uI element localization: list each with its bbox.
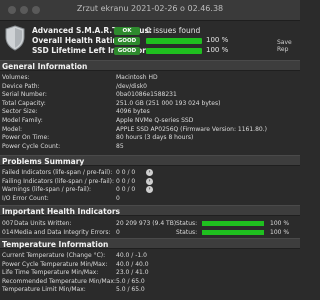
indicator-raw-value: 20 209 973 (9.4 TB): [116, 220, 177, 227]
indicator-status-label: Status:: [176, 229, 198, 236]
health-indicators-header: Important Health Indicators: [0, 205, 300, 216]
ssd-lifetime-badge: GOOD: [114, 47, 140, 55]
general-information-header: General Information: [0, 60, 300, 71]
problem-row-value: 0: [116, 194, 120, 202]
details-arrow-icon[interactable]: ›: [146, 186, 153, 194]
general-row-value: APPLE SSD AP0256Q (Firmware Version: 116…: [116, 125, 267, 133]
save-report-button[interactable]: Save Rep: [277, 39, 300, 53]
indicator-id: 007: [2, 220, 14, 227]
health-indicator-row: 007 Data Units Written: 20 209 973 (9.4 TB…: [0, 219, 300, 228]
temperature-row-value: 5.0 / 65.0: [116, 286, 145, 294]
smart-status-badge: OK: [114, 27, 140, 35]
indicator-status-bar: [202, 221, 264, 226]
status-summary: Advanced S.M.A.R.T. Status: OK 0 issues …: [0, 22, 300, 58]
general-row-label: Serial Number:: [2, 91, 47, 99]
details-arrow-icon[interactable]: ›: [146, 169, 153, 176]
smart-status-text: 0 issues found: [146, 26, 201, 35]
problems-summary-header: Problems Summary: [0, 155, 300, 166]
ssd-lifetime-percent: 100 %: [206, 46, 229, 54]
indicator-raw-value: 0: [116, 229, 120, 236]
temperature-row: Power Cycle Temperature Min/Max: 40.0 / 4…: [0, 261, 300, 269]
window-titlebar: Zrzut ekranu 2021-02-26 o 02.46.38: [0, 0, 300, 21]
temperature-row-value: 40.0 / 40.0: [116, 260, 149, 268]
problem-row-value: 0 0 / 0: [116, 186, 136, 194]
general-row: Power Cycle Count: 85: [0, 143, 300, 151]
temperature-row: Life Time Temperature Min/Max: 23.0 / 41.…: [0, 269, 300, 277]
general-row: Volumes: Macintosh HD: [0, 74, 300, 82]
general-row: Serial Number: 0ba01086e1588231: [0, 91, 300, 99]
health-rating-percent: 100 %: [206, 36, 229, 44]
temperature-row: Recommended Temperature Min/Max: 5.0 / 65…: [0, 278, 300, 286]
temperature-row-value: 5.0 / 65.0: [116, 277, 145, 285]
general-row-value: 80 hours (3 days 8 hours): [116, 134, 194, 142]
general-row-label: Model Family:: [2, 117, 43, 124]
general-row-label: Model:: [2, 125, 23, 133]
problem-row-value: 0 0 / 0: [116, 177, 136, 185]
general-row-value: Apple NVMe Q-series SSD: [116, 117, 194, 124]
general-row-value: 85: [116, 142, 124, 150]
temperature-row-value: 23.0 / 41.0: [116, 269, 149, 277]
details-arrow-icon[interactable]: ›: [146, 177, 153, 185]
general-row-value: 251.0 GB (251 000 193 024 bytes): [116, 99, 221, 107]
problem-row-label: Failing Indicators (life-span / pre-fail…: [2, 177, 115, 185]
general-row-label: Power On Time:: [2, 134, 50, 142]
ssd-lifetime-bar: [146, 48, 202, 54]
general-row-value: Macintosh HD: [116, 74, 158, 81]
indicator-percent: 100 %: [270, 229, 290, 236]
general-row-value: /dev/disk0: [116, 82, 147, 90]
general-row: Device Path: /dev/disk0: [0, 83, 300, 91]
health-indicator-row: 014 Media and Data Integrity Errors: 0 Stat…: [0, 228, 300, 237]
indicator-id: 014: [2, 229, 14, 236]
indicator-name: Data Units Written:: [14, 220, 72, 227]
indicator-status-bar: [202, 230, 264, 235]
temperature-row-label: Current Temperature (Change °C):: [2, 252, 106, 259]
health-rating-bar: [146, 38, 202, 44]
temperature-row-value: 40.0 / -1.0: [116, 252, 147, 259]
general-row: Total Capacity: 251.0 GB (251 000 193 024…: [0, 100, 300, 108]
temperature-row: Current Temperature (Change °C): 40.0 / -…: [0, 252, 300, 260]
problem-row-label: I/O Error Count:: [2, 194, 49, 202]
general-row-value: 0ba01086e1588231: [116, 91, 177, 99]
health-rating-label: Overall Health Rating:: [32, 36, 127, 45]
general-row-value: 4096 bytes: [116, 108, 150, 116]
general-row-label: Device Path:: [2, 82, 40, 90]
temperature-row-label: Recommended Temperature Min/Max:: [2, 277, 116, 285]
general-row-label: Sector Size:: [2, 108, 38, 116]
temperature-row-label: Temperature Limit Min/Max:: [2, 286, 86, 294]
indicator-name: Media and Data Integrity Errors:: [14, 229, 111, 236]
general-row-label: Volumes:: [2, 74, 30, 81]
shield-icon: [5, 25, 25, 51]
temperature-row-label: Power Cycle Temperature Min/Max:: [2, 260, 108, 268]
problem-row: Warnings (life-span / pre-fail): 0 0 / 0 ›: [0, 186, 300, 194]
temperature-row-label: Life Time Temperature Min/Max:: [2, 269, 99, 277]
health-rating-badge: GOOD: [114, 37, 140, 45]
general-row: Model Family: Apple NVMe Q-series SSD: [0, 117, 300, 125]
problem-row-label: Warnings (life-span / pre-fail):: [2, 186, 92, 194]
general-row-label: Total Capacity:: [2, 99, 46, 107]
problem-row: I/O Error Count: 0: [0, 195, 300, 203]
problem-row: Failed Indicators (life-span / pre-fail)…: [0, 169, 300, 177]
general-row: Model: APPLE SSD AP0256Q (Firmware Versio…: [0, 126, 300, 134]
problem-row-label: Failed Indicators (life-span / pre-fail)…: [2, 169, 113, 176]
problem-row: Failing Indicators (life-span / pre-fail…: [0, 177, 300, 186]
temperature-information-header: Temperature Information: [0, 238, 300, 249]
general-row: Sector Size: 4096 bytes: [0, 108, 300, 116]
general-row: Power On Time: 80 hours (3 days 8 hours): [0, 134, 300, 142]
indicator-status-label: Status:: [176, 220, 198, 227]
problem-row-value: 0 0 / 0: [116, 169, 136, 176]
temperature-row: Temperature Limit Min/Max: 5.0 / 65.0: [0, 286, 300, 294]
indicator-percent: 100 %: [270, 220, 290, 227]
general-row-label: Power Cycle Count:: [2, 142, 61, 150]
window-title: Zrzut ekranu 2021-02-26 o 02.46.38: [76, 4, 224, 13]
